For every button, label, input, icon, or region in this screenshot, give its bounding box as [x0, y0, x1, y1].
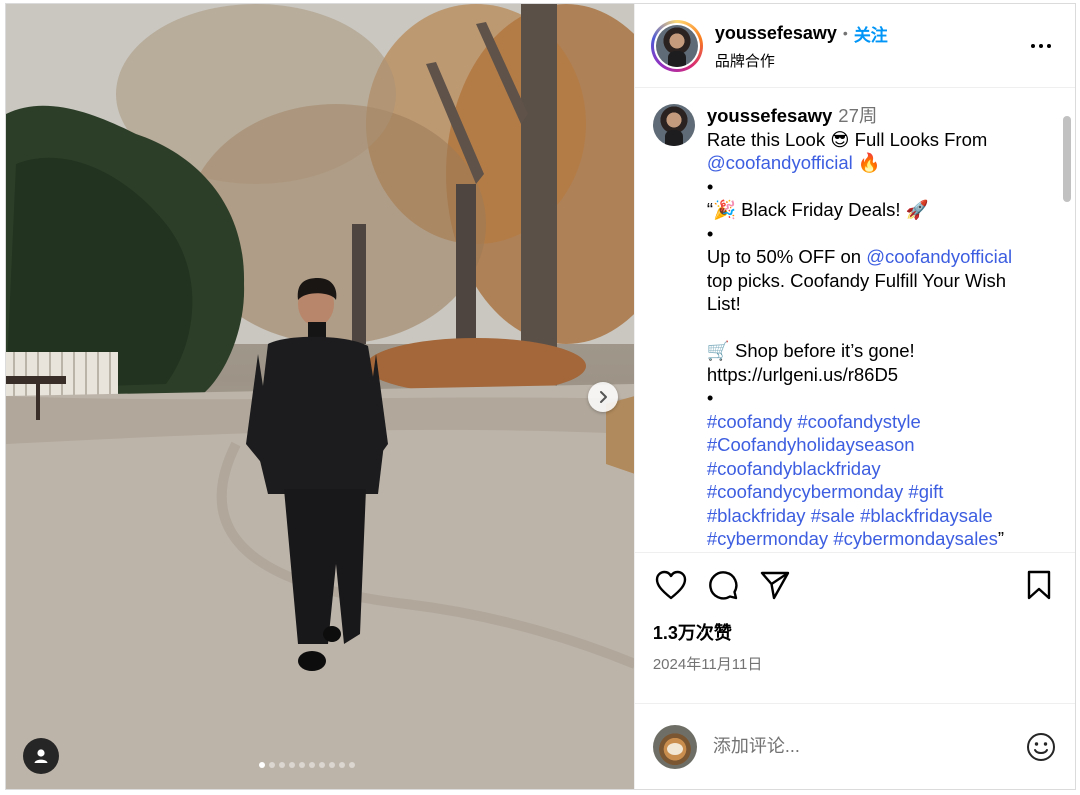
carousel-dot [289, 762, 295, 768]
caption-text-span: 🔥 [852, 152, 881, 173]
caption-text-span: “🎉 Black Friday Deals! 🚀 [706, 199, 929, 220]
emoji-button[interactable] [1025, 731, 1057, 763]
comment-bubble-icon [709, 571, 738, 600]
author-avatar[interactable] [650, 19, 703, 72]
caption-text-span: https://urlgeni.us/r86D5 [706, 363, 899, 385]
caption-text-span: • [706, 387, 714, 408]
comment-input[interactable] [712, 736, 1025, 757]
caption: youssefesawy 27周 Rate this Look 😎 Full Lo… [652, 104, 1039, 551]
caption-text: Rate this Look 😎 Full Looks From @coofand… [707, 128, 1012, 551]
mention-link[interactable]: @coofandyofficial [866, 246, 1012, 267]
caption-username[interactable]: youssefesawy [707, 105, 832, 126]
save-button[interactable] [1021, 567, 1057, 603]
paper-plane-icon [760, 571, 790, 600]
caption-line: @coofandyofficial 🔥 [707, 151, 1012, 175]
carousel-dot [339, 762, 345, 768]
caption-line: #cybermonday #cybermondaysales” [707, 527, 1012, 551]
bookmark-icon [1027, 570, 1051, 600]
caption-text-span: 🛒 Shop before it’s gone! [706, 340, 915, 361]
caption-line: • [707, 222, 1012, 246]
caption-avatar[interactable] [652, 104, 695, 146]
caption-text-span: Up to 50% OFF on [706, 246, 867, 267]
caption-text-span: ” [997, 528, 1005, 549]
carousel-dot [329, 762, 335, 768]
add-comment-bar [634, 703, 1075, 789]
hashtag-link[interactable]: #gift [908, 481, 943, 502]
carousel-dot [299, 762, 305, 768]
caption-text-span: top picks. Coofandy Fulfill Your Wish [706, 269, 1007, 291]
like-button[interactable] [653, 567, 689, 603]
comment-button[interactable] [705, 567, 741, 603]
next-slide-button[interactable] [588, 382, 618, 412]
caption-line: List! [707, 292, 1012, 316]
hashtag-link[interactable]: #coofandycybermonday [707, 481, 903, 502]
user-tag-icon [34, 749, 48, 763]
heart-icon [655, 570, 687, 600]
post-photo[interactable] [6, 4, 634, 789]
author-username[interactable]: youssefesawy [715, 23, 837, 44]
carousel-dot [279, 762, 285, 768]
photo-scene [6, 4, 634, 789]
comments-section[interactable]: youssefesawy 27周 Rate this Look 😎 Full Lo… [634, 88, 1075, 553]
caption-text-span: • [706, 175, 714, 197]
hashtag-link[interactable]: #blackfriday [707, 505, 806, 526]
likes-count[interactable]: 1.3万次赞 [653, 619, 1057, 645]
hashtag-link[interactable]: #cybermonday [707, 528, 828, 549]
hashtag-link[interactable]: #coofandystyle [797, 411, 920, 432]
caption-line: top picks. Coofandy Fulfill Your Wish [707, 269, 1012, 293]
more-horizontal-icon [1031, 44, 1035, 48]
hashtag-link[interactable]: #sale [811, 505, 855, 526]
caption-line: • [707, 386, 1012, 410]
viewer-avatar [652, 724, 697, 769]
carousel-dot [309, 762, 315, 768]
caption-line: #coofandy #coofandystyle [707, 410, 1012, 434]
avatar-image [652, 104, 695, 146]
post-dialog: youssefesawy • 关注 品牌合作 youssefesawy 27周 [5, 3, 1076, 790]
caption-line: Up to 50% OFF on @coofandyofficial [707, 245, 1012, 269]
caption-line: #Coofandyholidayseason [707, 433, 1012, 457]
caption-line: #coofandyblackfriday [707, 457, 1012, 481]
hashtag-link[interactable]: #Coofandyholidayseason [707, 434, 915, 455]
carousel-indicator [259, 762, 355, 768]
post-header: youssefesawy • 关注 品牌合作 [634, 4, 1075, 88]
caption-text-span: List! [706, 293, 741, 314]
hashtag-link[interactable]: #cybermondaysales [833, 528, 998, 549]
user-tags-button[interactable] [23, 738, 59, 774]
caption-line: Rate this Look 😎 Full Looks From [707, 128, 1012, 152]
follow-button[interactable]: 关注 [854, 21, 888, 46]
caption-line: “🎉 Black Friday Deals! 🚀 [707, 198, 1012, 222]
paid-partnership-label[interactable]: 品牌合作 [715, 50, 888, 71]
caption-line: #blackfriday #sale #blackfridaysale [707, 504, 1012, 528]
caption-text-span: Rate this Look 😎 Full Looks From [706, 128, 988, 150]
post-time[interactable]: 27周 [838, 105, 877, 126]
chevron-right-icon [600, 391, 607, 403]
caption-line: #coofandycybermonday #gift [707, 480, 1012, 504]
carousel-dot [259, 762, 265, 768]
comments-scrollbar[interactable] [1063, 116, 1071, 202]
hashtag-link[interactable]: #coofandy [707, 411, 792, 432]
hashtag-link[interactable]: #blackfridaysale [860, 505, 993, 526]
post-actions: 1.3万次赞 2024年11月11日 [635, 553, 1075, 703]
carousel-dot [269, 762, 275, 768]
post-date[interactable]: 2024年11月11日 [653, 653, 1057, 674]
avatar-image [655, 24, 698, 67]
carousel-dot [349, 762, 355, 768]
caption-line: https://urlgeni.us/r86D5 [707, 363, 1012, 387]
caption-line: 🛒 Shop before it’s gone! [707, 339, 1012, 363]
emoji-smile-icon [1027, 732, 1055, 761]
caption-text-span: • [706, 222, 714, 244]
caption-line [707, 316, 1012, 340]
post-side-panel: youssefesawy • 关注 品牌合作 youssefesawy 27周 [633, 4, 1075, 789]
mention-link[interactable]: @coofandyofficial [707, 152, 853, 173]
hashtag-link[interactable]: #coofandyblackfriday [707, 458, 881, 479]
carousel-dot [319, 762, 325, 768]
more-options-button[interactable] [1031, 44, 1051, 48]
share-button[interactable] [757, 567, 793, 603]
separator-dot: • [842, 25, 848, 41]
caption-line: • [707, 175, 1012, 199]
